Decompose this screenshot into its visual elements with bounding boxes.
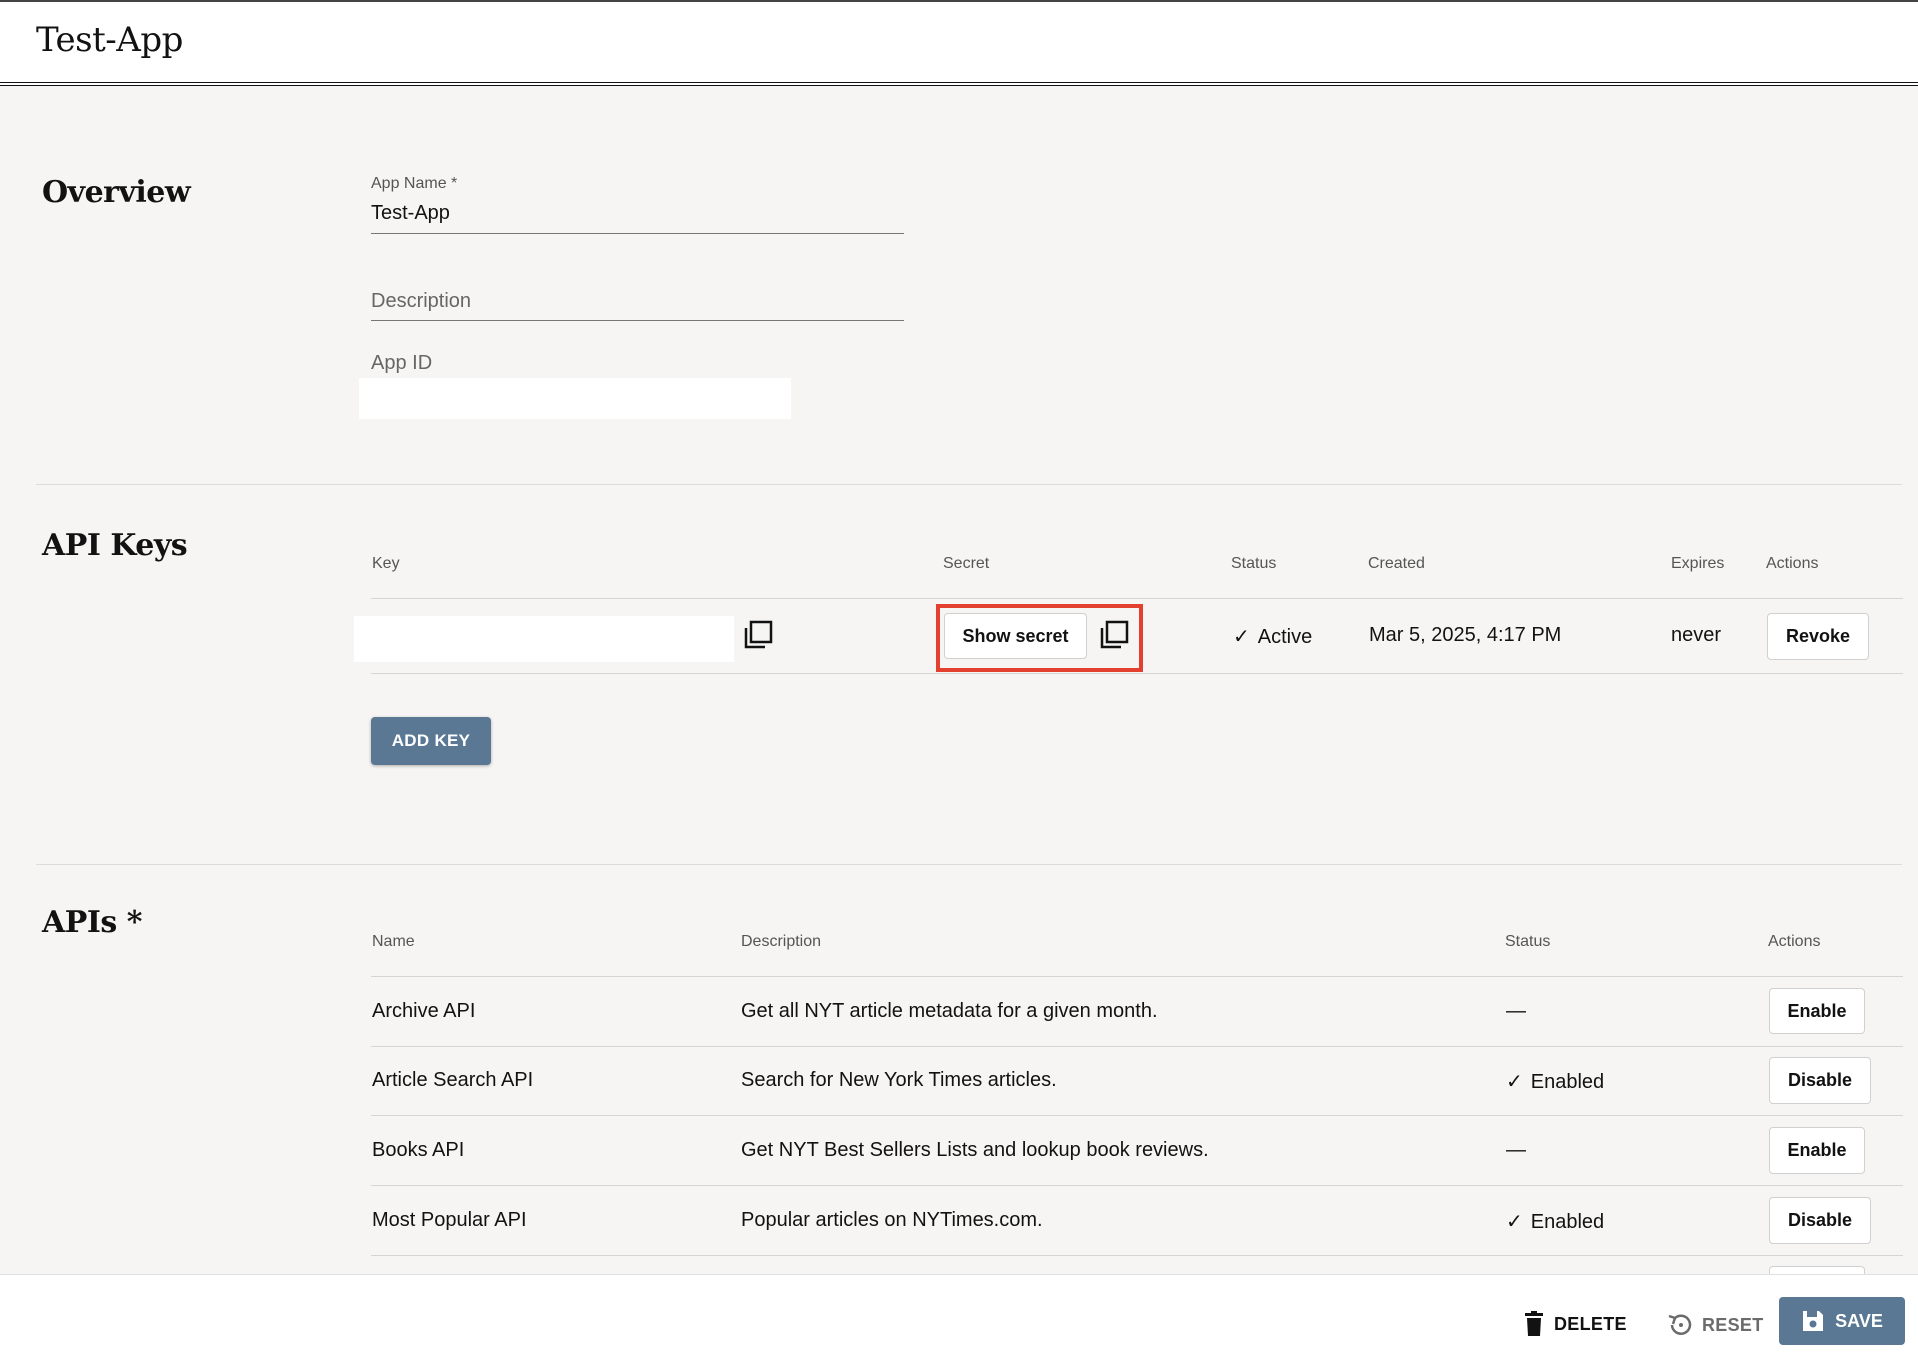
reset-icon (1668, 1314, 1692, 1335)
api-status: ✓ Enabled (1506, 1209, 1604, 1234)
check-icon: ✓ (1233, 626, 1250, 648)
apis-title: APIs * (42, 905, 142, 940)
overview-title: Overview (42, 175, 191, 210)
api-status: ✓ Enabled (1506, 1069, 1604, 1094)
section-divider (36, 484, 1902, 485)
col-api-actions: Actions (1768, 933, 1821, 950)
table-header-line (371, 976, 1903, 977)
disable-button[interactable]: Disable (1769, 1197, 1871, 1244)
enable-button[interactable]: Enable (1769, 1127, 1865, 1174)
api-status: — (1506, 1000, 1526, 1022)
enable-button[interactable]: Enable (1769, 988, 1865, 1034)
api-name: Books API (372, 1139, 465, 1161)
table-row-line (371, 1046, 1903, 1047)
reset-button[interactable]: RESET (1666, 1311, 1764, 1339)
col-secret: Secret (943, 555, 990, 572)
delete-button[interactable]: DELETE (1524, 1311, 1627, 1337)
api-description: Get NYT Best Sellers Lists and lookup bo… (741, 1139, 1209, 1161)
table-row-line (371, 1115, 1903, 1116)
section-divider (36, 864, 1902, 865)
check-icon: ✓ (1506, 1071, 1523, 1093)
key-status: ✓ Active (1233, 624, 1312, 649)
col-status: Status (1231, 555, 1277, 572)
save-icon (1803, 1311, 1824, 1331)
table-header-line (371, 598, 1903, 599)
app-name-label: App Name * (371, 175, 458, 192)
key-created: Mar 5, 2025, 4:17 PM (1369, 624, 1562, 646)
api-name: Archive API (372, 1000, 476, 1022)
trash-icon (1525, 1311, 1543, 1336)
table-row-line (371, 1255, 1903, 1256)
disable-button[interactable]: Disable (1769, 1057, 1871, 1104)
bottom-action-bar: DELETE RESET SAVE (0, 1274, 1918, 1358)
api-status-text: Enabled (1530, 1071, 1605, 1093)
key-status-text: Active (1257, 626, 1313, 648)
app-title: Test-App (36, 20, 183, 60)
app-id-value (359, 378, 791, 419)
check-icon: ✓ (1506, 1211, 1523, 1233)
app-name-underline (371, 233, 904, 234)
api-name: Most Popular API (372, 1209, 527, 1231)
api-keys-title: API Keys (42, 528, 188, 563)
description-underline (371, 320, 904, 321)
col-name: Name (372, 933, 415, 950)
reset-label: RESET (1702, 1314, 1764, 1335)
api-name: Article Search API (372, 1069, 534, 1091)
api-status: — (1506, 1139, 1526, 1161)
col-description: Description (741, 933, 822, 950)
save-button[interactable]: SAVE (1779, 1297, 1905, 1345)
key-value (354, 616, 734, 662)
save-label: SAVE (1835, 1310, 1883, 1331)
col-key: Key (372, 555, 400, 572)
app-id-label: App ID (371, 352, 433, 374)
add-key-button[interactable]: ADD KEY (371, 717, 491, 765)
revoke-button[interactable]: Revoke (1767, 613, 1869, 660)
copy-key-icon[interactable] (742, 619, 774, 651)
key-expires: never (1671, 624, 1722, 646)
col-api-status: Status (1505, 933, 1551, 950)
description-input[interactable]: Description (371, 290, 471, 313)
api-description: Search for New York Times articles. (741, 1069, 1057, 1091)
delete-label: DELETE (1554, 1313, 1627, 1334)
api-description: Popular articles on NYTimes.com. (741, 1209, 1043, 1231)
table-row-line (371, 1185, 1903, 1186)
col-actions: Actions (1766, 555, 1819, 572)
copy-secret-icon[interactable] (1098, 619, 1130, 651)
api-description: Get all NYT article metadata for a given… (741, 1000, 1158, 1022)
top-bar: Test-App (0, 0, 1918, 86)
app-name-input[interactable]: Test-App (371, 202, 450, 225)
table-row-line (371, 673, 1903, 674)
show-secret-button[interactable]: Show secret (944, 613, 1087, 659)
api-status-text: Enabled (1530, 1211, 1605, 1233)
col-expires: Expires (1671, 555, 1725, 572)
col-created: Created (1368, 555, 1425, 572)
